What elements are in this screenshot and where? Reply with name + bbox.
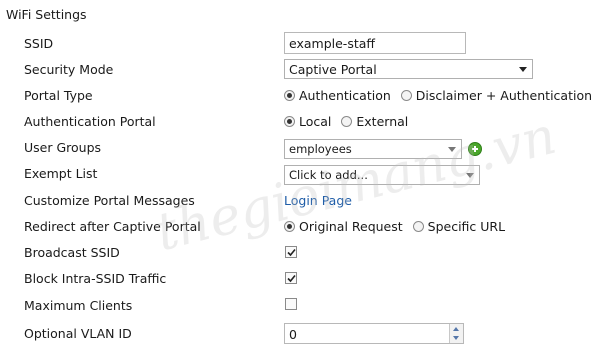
broadcast-ssid-label: Broadcast SSID	[24, 245, 120, 260]
stepper-up-icon[interactable]	[453, 327, 459, 331]
block-intra-label: Block Intra-SSID Traffic	[24, 271, 167, 286]
exempt-list-label: Exempt List	[24, 166, 98, 181]
login-page-link[interactable]: Login Page	[284, 193, 352, 208]
portal-type-disclaimer-radio[interactable]	[400, 90, 412, 101]
redirect-option-label: Original Request	[299, 219, 403, 234]
vlan-id-value: 0	[289, 327, 297, 342]
auth-portal-option-label: Local	[299, 114, 332, 129]
chevron-down-icon	[448, 147, 456, 152]
auth-portal-radio-group: Local External	[284, 114, 414, 129]
redirect-label: Redirect after Captive Portal	[24, 219, 201, 234]
auth-portal-external-radio[interactable]	[341, 116, 353, 127]
portal-type-option-label: Disclaimer + Authentication	[415, 88, 593, 103]
redirect-original-request-radio[interactable]	[284, 221, 295, 232]
stepper-down-icon[interactable]	[453, 336, 459, 340]
max-clients-label: Maximum Clients	[24, 298, 133, 313]
customize-portal-label: Customize Portal Messages	[24, 193, 195, 208]
section-title: WiFi Settings	[6, 7, 87, 22]
user-groups-select[interactable]: employees	[284, 139, 462, 159]
auth-portal-local-radio[interactable]	[284, 116, 295, 127]
auth-portal-label: Authentication Portal	[24, 114, 156, 129]
checkmark-icon	[287, 248, 296, 257]
auth-portal-option-label: External	[356, 114, 409, 129]
add-icon[interactable]	[468, 142, 482, 156]
ssid-input[interactable]: example-staff	[284, 32, 466, 54]
checkmark-icon	[287, 274, 296, 283]
ssid-label: SSID	[24, 36, 54, 51]
broadcast-ssid-checkbox[interactable]	[285, 246, 297, 258]
security-mode-label: Security Mode	[24, 62, 114, 77]
security-mode-select[interactable]: Captive Portal	[284, 59, 533, 79]
redirect-radio-group: Original Request Specific URL	[284, 219, 511, 234]
portal-type-option-label: Authentication	[299, 88, 391, 103]
chevron-down-icon	[519, 67, 527, 72]
chevron-down-icon	[466, 173, 474, 178]
redirect-option-label: Specific URL	[427, 219, 506, 234]
user-groups-label: User Groups	[24, 140, 102, 155]
vlan-id-input[interactable]: 0	[284, 323, 464, 344]
user-groups-value: employees	[289, 142, 352, 156]
max-clients-checkbox[interactable]	[285, 298, 297, 310]
portal-type-label: Portal Type	[24, 88, 93, 103]
vlan-id-stepper[interactable]	[449, 324, 463, 343]
vlan-id-label: Optional VLAN ID	[24, 326, 132, 341]
exempt-list-placeholder: Click to add...	[289, 168, 368, 182]
exempt-list-select[interactable]: Click to add...	[284, 165, 480, 185]
block-intra-checkbox[interactable]	[285, 272, 297, 284]
portal-type-authentication-radio[interactable]	[284, 90, 295, 101]
security-mode-value: Captive Portal	[289, 62, 377, 77]
redirect-specific-url-radio[interactable]	[412, 221, 424, 232]
portal-type-radio-group: Authentication Disclaimer + Authenticati…	[284, 88, 598, 103]
